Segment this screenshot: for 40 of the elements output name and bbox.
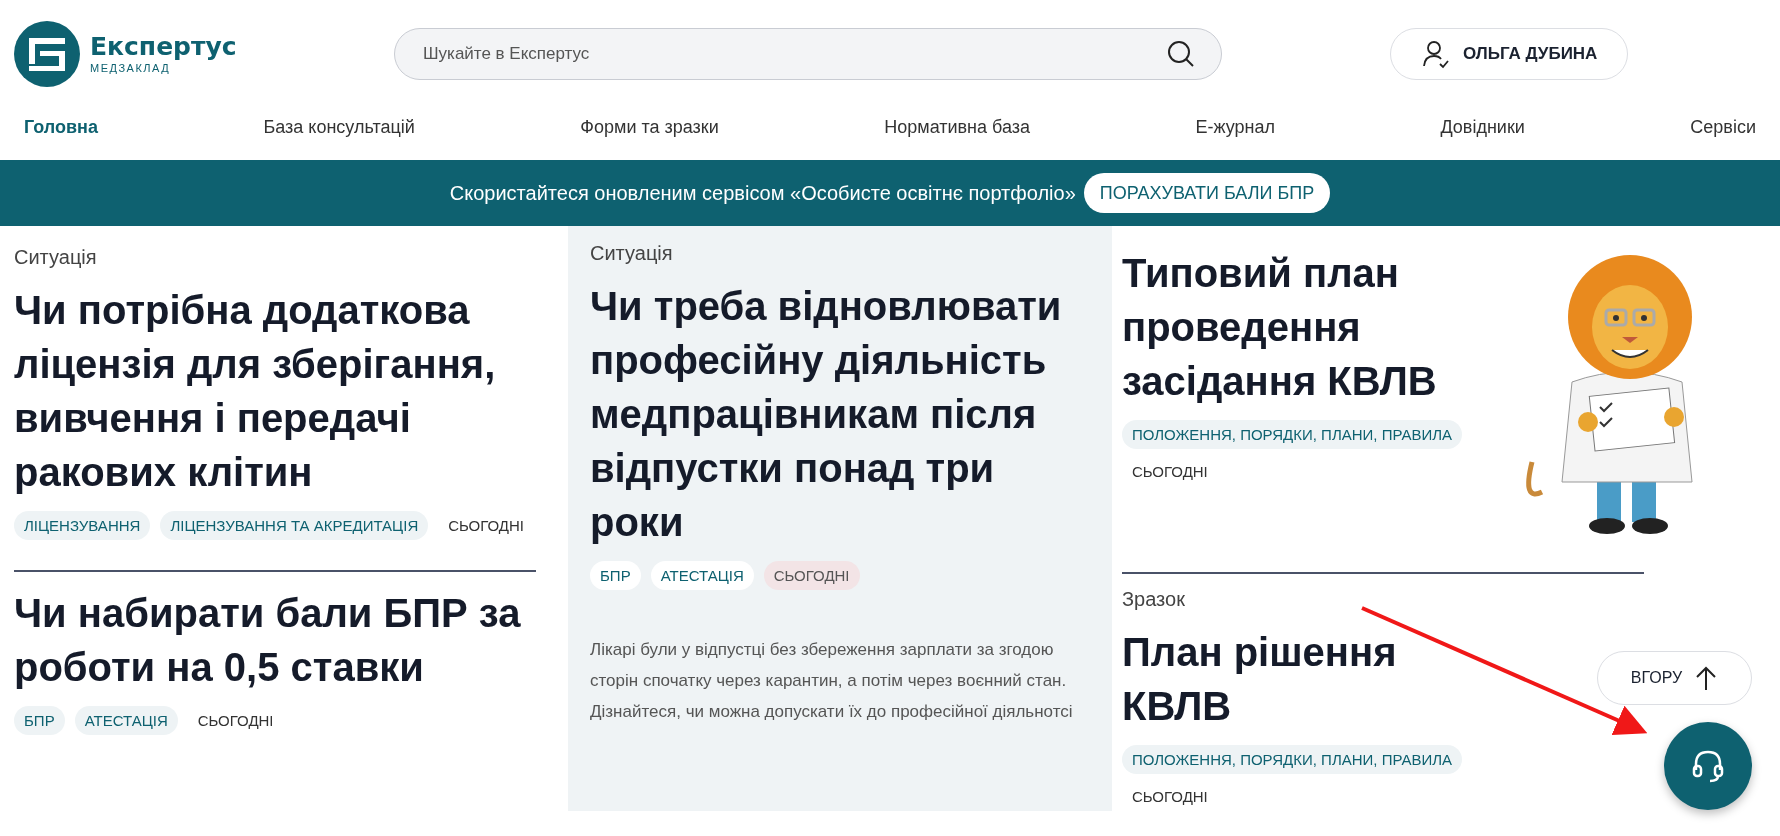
logo-icon[interactable]: [14, 21, 80, 87]
count-points-button[interactable]: ПОРАХУВАТИ БАЛИ БПР: [1083, 173, 1331, 213]
article-title[interactable]: Типовий план проведення засідання КВЛВ: [1122, 246, 1502, 408]
date-label: СЬОГОДНІ: [1131, 462, 1209, 482]
search-icon[interactable]: [1166, 39, 1196, 69]
topic-tag[interactable]: АТЕСТАЦІЯ: [74, 706, 178, 735]
topic-tag[interactable]: ЛІЦЕНЗУВАННЯ: [14, 511, 151, 540]
article-summary: Лікарі були у відпустці без збереження зарплати за згодою сторін спочатку через карантин, а потім через воєнний стан. Дізнайтеся, чи можна допускати їх до професійної діяльнотсі: [590, 639, 1074, 723]
article-title[interactable]: Чи потрібна додаткова ліцензія для зберігання, вивчення і передачі ракових клітин: [14, 283, 536, 499]
nav-link[interactable]: Довідники: [1440, 116, 1525, 138]
user-icon: [1421, 39, 1451, 69]
date-label: СЬОГОДНІ: [1131, 787, 1209, 807]
logo-name: Експертус: [90, 34, 237, 59]
topic-tag[interactable]: БПР: [14, 706, 65, 735]
topic-tag[interactable]: АТЕСТАЦІЯ: [650, 561, 754, 590]
user-button[interactable]: ОЛЬГА ДУБИНА: [1390, 28, 1629, 80]
logo-subtitle: МЕДЗАКЛАД: [90, 62, 172, 74]
date-label: СЬОГОДНІ: [196, 711, 275, 731]
article-title[interactable]: План рішення КВЛВ: [1122, 625, 1502, 733]
category-label: Ситуація: [590, 242, 674, 265]
nav-link[interactable]: Головна: [24, 116, 98, 138]
article-title[interactable]: Чи треба відновлювати професійну діяльність медпрацівникам після відпустки понад три роки: [590, 279, 1090, 549]
support-button[interactable]: [1664, 722, 1752, 810]
topic-tag[interactable]: БПР: [590, 561, 641, 590]
nav-link[interactable]: Е-журнал: [1195, 116, 1275, 138]
category-label: Зразок: [1122, 588, 1186, 611]
nav-link[interactable]: Нормативна база: [884, 116, 1031, 138]
nav-link[interactable]: База консультацій: [263, 116, 415, 138]
date-label: СЬОГОДНІ: [763, 561, 860, 590]
nav-link[interactable]: Сервіси: [1690, 116, 1756, 138]
banner-text: Скористайтеся оновленим сервісом «Особисте освітнє портфоліо»: [449, 181, 1076, 205]
topic-tag[interactable]: ПОЛОЖЕННЯ, ПОРЯДКИ, ПЛАНИ, ПРАВИЛА: [1122, 745, 1463, 774]
date-label: СЬОГОДНІ: [447, 516, 525, 536]
nav-link[interactable]: Форми та зразки: [580, 116, 719, 138]
search-field[interactable]: Шукайте в Експертус: [394, 28, 1222, 80]
topic-tag[interactable]: ПОЛОЖЕННЯ, ПОРЯДКИ, ПЛАНИ, ПРАВИЛА: [1122, 420, 1463, 449]
topic-tag[interactable]: ЛІЦЕНЗУВАННЯ ТА АКРЕДИТАЦІЯ: [160, 511, 429, 540]
article-title[interactable]: Чи набирати бали БПР за роботи на 0,5 ставки: [14, 586, 536, 694]
category-label: Ситуація: [14, 246, 98, 269]
back-to-top-button[interactable]: ВГОРУ: [1597, 651, 1752, 705]
